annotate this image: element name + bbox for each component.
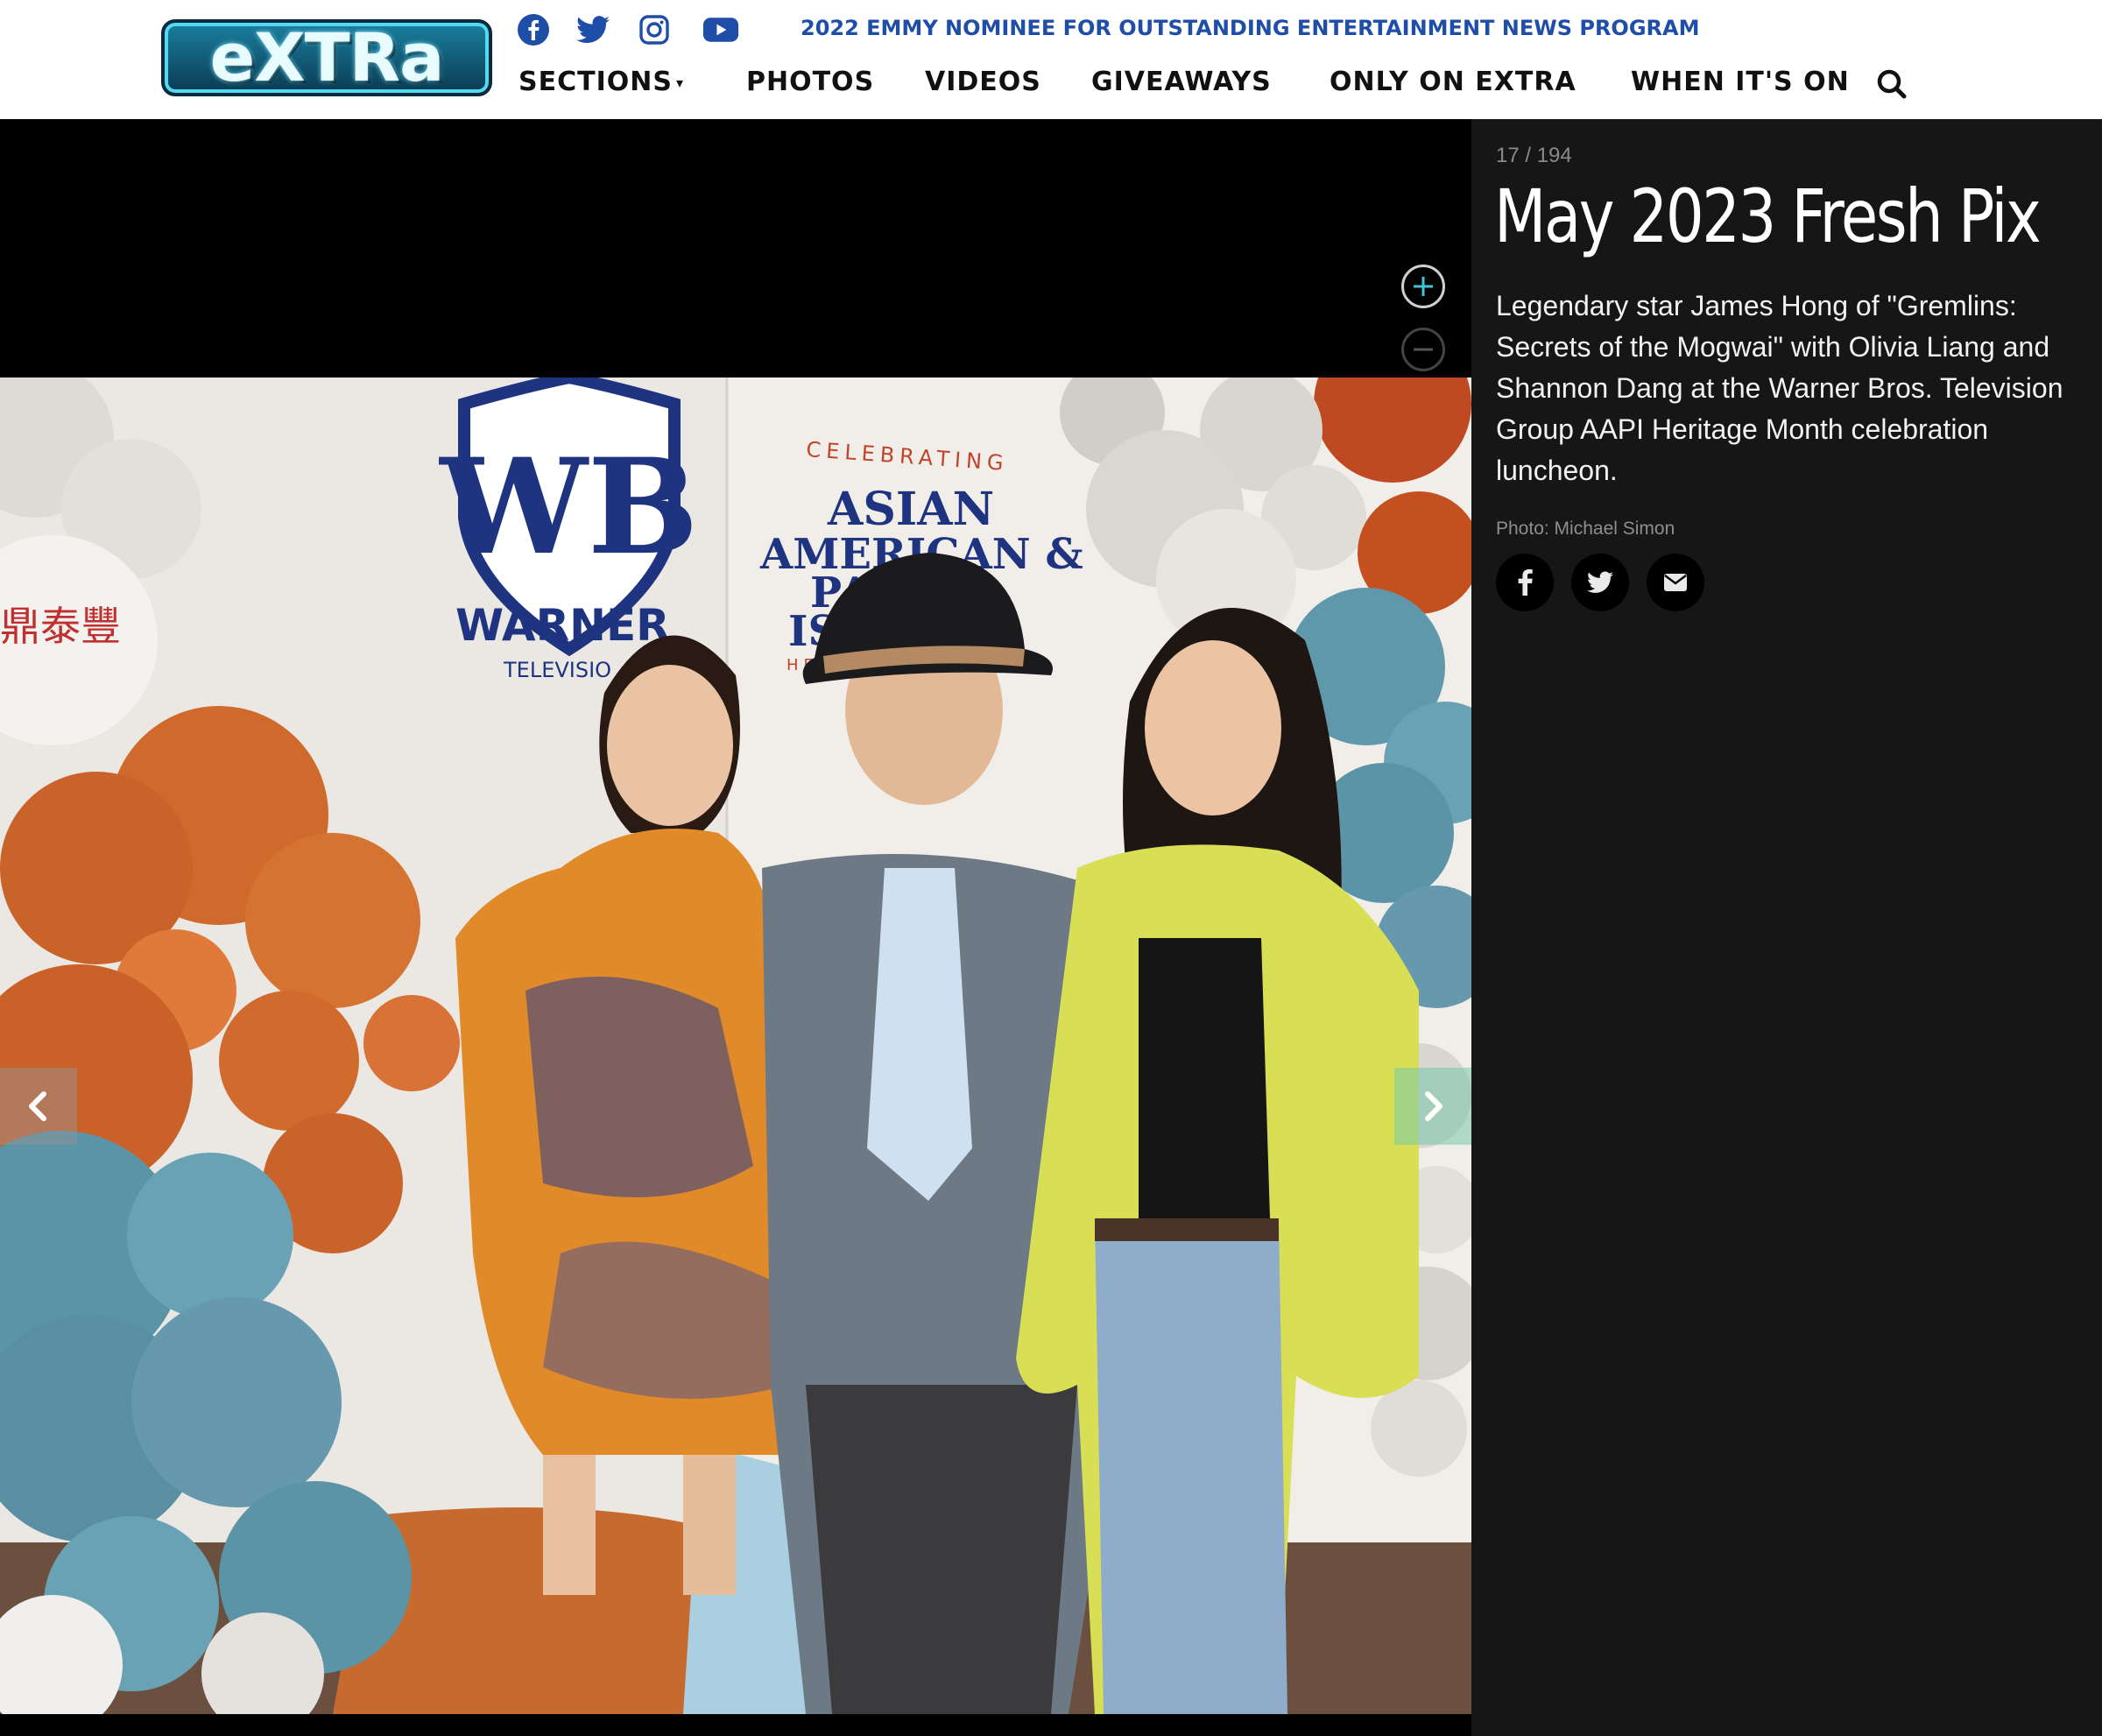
zoom-out-button[interactable] xyxy=(1401,328,1445,371)
share-twitter-button[interactable] xyxy=(1571,554,1629,611)
nav-label: GIVEAWAYS xyxy=(1091,67,1272,97)
chevron-right-icon xyxy=(1425,1091,1442,1121)
backdrop-tv-text: TELEVISIO xyxy=(503,658,611,682)
photo-viewer: WB WARNER TELEVISIO CELEBRATING ASIAN AM… xyxy=(0,119,1471,1736)
nav-photos[interactable]: PHOTOS xyxy=(746,67,874,97)
nav-label: VIDEOS xyxy=(925,67,1041,97)
plus-icon xyxy=(1414,277,1433,296)
backdrop-warner-text: WARNER xyxy=(455,600,670,651)
zoom-in-button[interactable] xyxy=(1401,265,1445,308)
site-header: eXTRa 2022 EMMY NOMINEE FOR OUTSTANDING … xyxy=(0,0,2102,119)
caret-down-icon: ▾ xyxy=(675,74,684,91)
logo-text: eXTRa xyxy=(209,18,445,96)
previous-photo-button[interactable] xyxy=(0,1068,77,1145)
facebook-icon[interactable] xyxy=(515,12,552,47)
twitter-icon[interactable] xyxy=(575,12,611,47)
nav-label: SECTIONS xyxy=(518,67,673,97)
nav-giveaways[interactable]: GIVEAWAYS xyxy=(1091,67,1272,97)
share-facebook-button[interactable] xyxy=(1496,554,1554,611)
nav-label: ONLY ON EXTRA xyxy=(1330,67,1576,97)
search-icon[interactable] xyxy=(1874,67,1909,102)
twitter-icon xyxy=(1587,571,1613,593)
email-icon xyxy=(1664,574,1687,591)
nav-only-on-extra[interactable]: ONLY ON EXTRA xyxy=(1330,67,1576,97)
photo-counter: 17 / 194 xyxy=(1496,144,1572,167)
gallery-photo: WB WARNER TELEVISIO CELEBRATING ASIAN AM… xyxy=(0,378,1471,1714)
share-email-button[interactable] xyxy=(1647,554,1704,611)
youtube-icon[interactable] xyxy=(702,12,739,47)
nav-when-its-on[interactable]: WHEN IT'S ON xyxy=(1631,67,1850,97)
gallery-title: May 2023 Fresh Pix xyxy=(1494,173,2042,259)
facebook-icon xyxy=(1518,569,1533,596)
instagram-icon[interactable] xyxy=(636,12,673,47)
nav-label: PHOTOS xyxy=(746,67,875,97)
nav-sections[interactable]: SECTIONS ▾ xyxy=(518,67,684,97)
banner-line-1: ASIAN xyxy=(827,483,994,536)
nav-label: WHEN IT'S ON xyxy=(1631,67,1850,97)
emmy-tagline: 2022 EMMY NOMINEE FOR OUTSTANDING ENTERT… xyxy=(801,16,1700,40)
chevron-left-icon xyxy=(29,1091,46,1121)
minus-icon xyxy=(1414,348,1433,351)
gallery-sidebar: 17 / 194 May 2023 Fresh Pix Legendary st… xyxy=(1471,119,2102,1736)
balloon-logo-text: 鼎泰豐 xyxy=(0,603,121,650)
wb-letters: WB xyxy=(438,430,698,584)
extra-logo[interactable]: eXTRa xyxy=(161,19,492,96)
photo-caption: Legendary star James Hong of "Gremlins: … xyxy=(1496,290,2063,486)
nav-videos[interactable]: VIDEOS xyxy=(925,67,1041,97)
photo-credit: Photo: Michael Simon xyxy=(1496,519,1675,539)
next-photo-button[interactable] xyxy=(1394,1068,1471,1145)
